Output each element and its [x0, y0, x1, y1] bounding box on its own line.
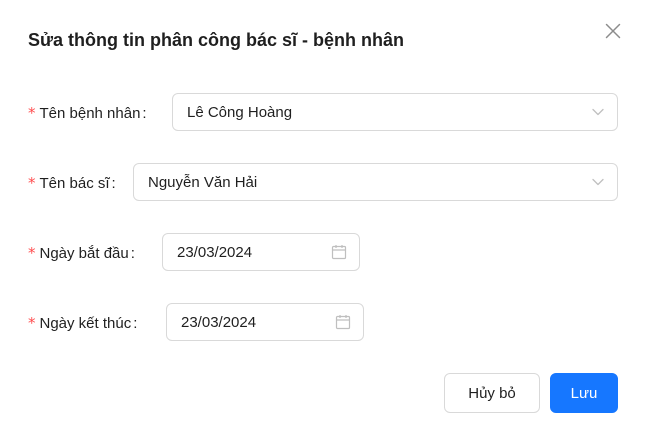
patient-name-row: * Tên bệnh nhân : — [28, 93, 155, 133]
label-colon: : — [142, 104, 147, 122]
patient-name-label-text: Tên bệnh nhân — [39, 104, 141, 122]
doctor-select-value: Nguyễn Văn Hải — [148, 173, 258, 191]
edit-assignment-modal: Sửa thông tin phân công bác sĩ - bệnh nh… — [0, 0, 647, 432]
doctor-name-label-text: Tên bác sĩ — [39, 174, 110, 192]
label-colon: : — [133, 314, 138, 332]
doctor-name-label: * Tên bác sĩ : — [28, 174, 124, 192]
required-mark: * — [28, 104, 36, 122]
doctor-name-row: * Tên bác sĩ : — [28, 163, 124, 203]
patient-select[interactable]: Lê Công Hoàng — [172, 93, 618, 131]
required-mark: * — [28, 174, 36, 192]
end-date-value: 23/03/2024 — [181, 313, 257, 331]
calendar-icon — [335, 314, 351, 330]
end-date-label-text: Ngày kết thúc — [39, 314, 132, 332]
end-date-row: * Ngày kết thúc : — [28, 303, 145, 343]
start-date-value: 23/03/2024 — [177, 243, 253, 261]
chevron-down-icon — [591, 175, 605, 189]
start-date-label: * Ngày bắt đầu : — [28, 244, 143, 262]
save-button[interactable]: Lưu — [550, 373, 618, 413]
close-icon — [605, 23, 621, 44]
cancel-button[interactable]: Hủy bỏ — [444, 373, 540, 413]
start-date-picker[interactable]: 23/03/2024 — [162, 233, 360, 271]
label-colon: : — [130, 244, 135, 262]
start-date-label-text: Ngày bắt đầu — [39, 244, 129, 262]
modal-title: Sửa thông tin phân công bác sĩ - bệnh nh… — [28, 30, 405, 50]
patient-select-value: Lê Công Hoàng — [187, 103, 293, 121]
close-button[interactable] — [600, 20, 626, 46]
patient-name-label: * Tên bệnh nhân : — [28, 104, 155, 122]
required-mark: * — [28, 314, 36, 332]
label-colon: : — [111, 174, 116, 192]
chevron-down-icon — [591, 105, 605, 119]
required-mark: * — [28, 244, 36, 262]
end-date-label: * Ngày kết thúc : — [28, 314, 145, 332]
doctor-select[interactable]: Nguyễn Văn Hải — [133, 163, 618, 201]
calendar-icon — [331, 244, 347, 260]
start-date-row: * Ngày bắt đầu : — [28, 233, 143, 273]
end-date-picker[interactable]: 23/03/2024 — [166, 303, 364, 341]
